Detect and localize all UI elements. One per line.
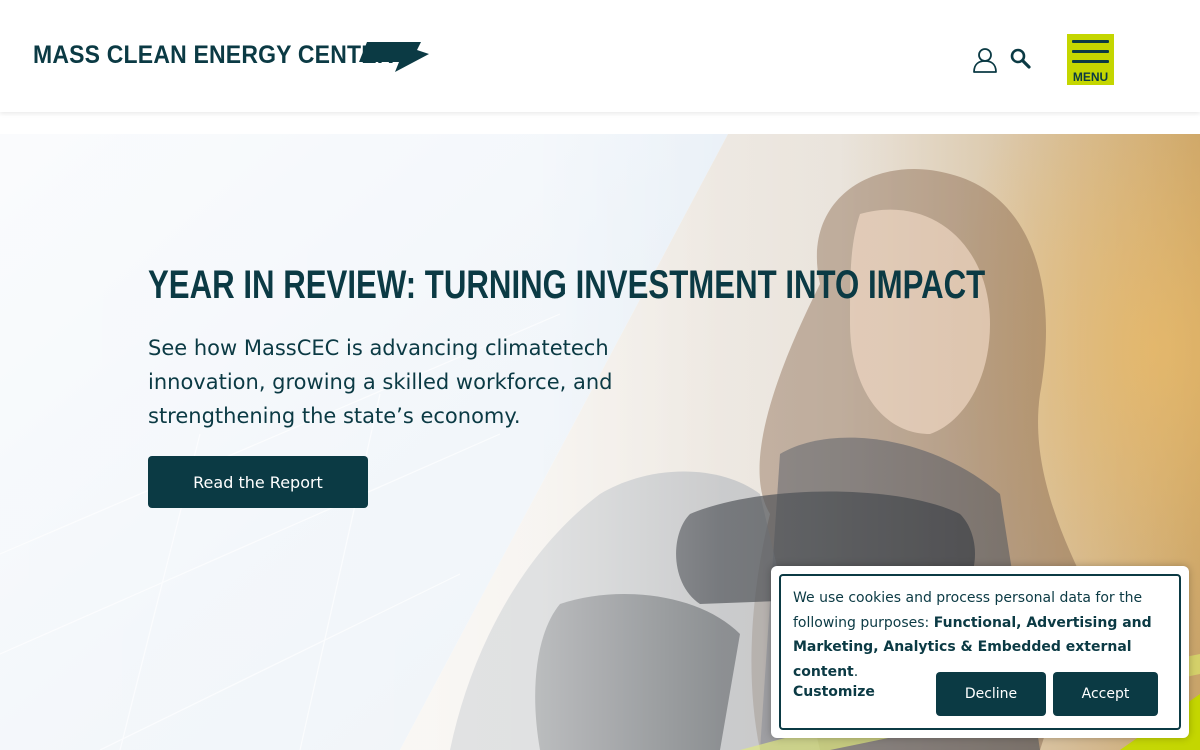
search-icon[interactable] [1009,47,1033,71]
cookie-message-suffix: . [853,663,859,680]
cookie-message: We use cookies and process personal data… [793,586,1163,684]
hamburger-icon [1072,40,1109,43]
menu-button[interactable]: MENU [1067,34,1114,85]
decline-button[interactable]: Decline [936,672,1046,716]
hero-subtitle: See how MassCEC is advancing climatetech… [148,336,613,428]
read-the-report-button[interactable]: Read the Report [148,456,368,508]
user-icon[interactable] [971,46,999,74]
lightning-bolt-icon [359,42,429,72]
site-header: MASS CLEAN ENERGY CENTER MENU [0,0,1200,112]
cookie-banner: We use cookies and process personal data… [771,566,1189,738]
cookie-banner-inner: We use cookies and process personal data… [779,574,1181,730]
menu-label: MENU [1072,70,1109,84]
site-logo[interactable]: MASS CLEAN ENERGY CENTER [33,38,429,72]
logo-text: MASS CLEAN ENERGY CENTER [33,40,394,69]
hero-title: YEAR IN REVIEW: TURNING INVESTMENT INTO … [148,263,986,307]
customize-button[interactable]: Customize [793,684,875,700]
accept-button[interactable]: Accept [1053,672,1158,716]
hamburger-bar [1072,60,1109,63]
hamburger-bar [1072,50,1109,53]
